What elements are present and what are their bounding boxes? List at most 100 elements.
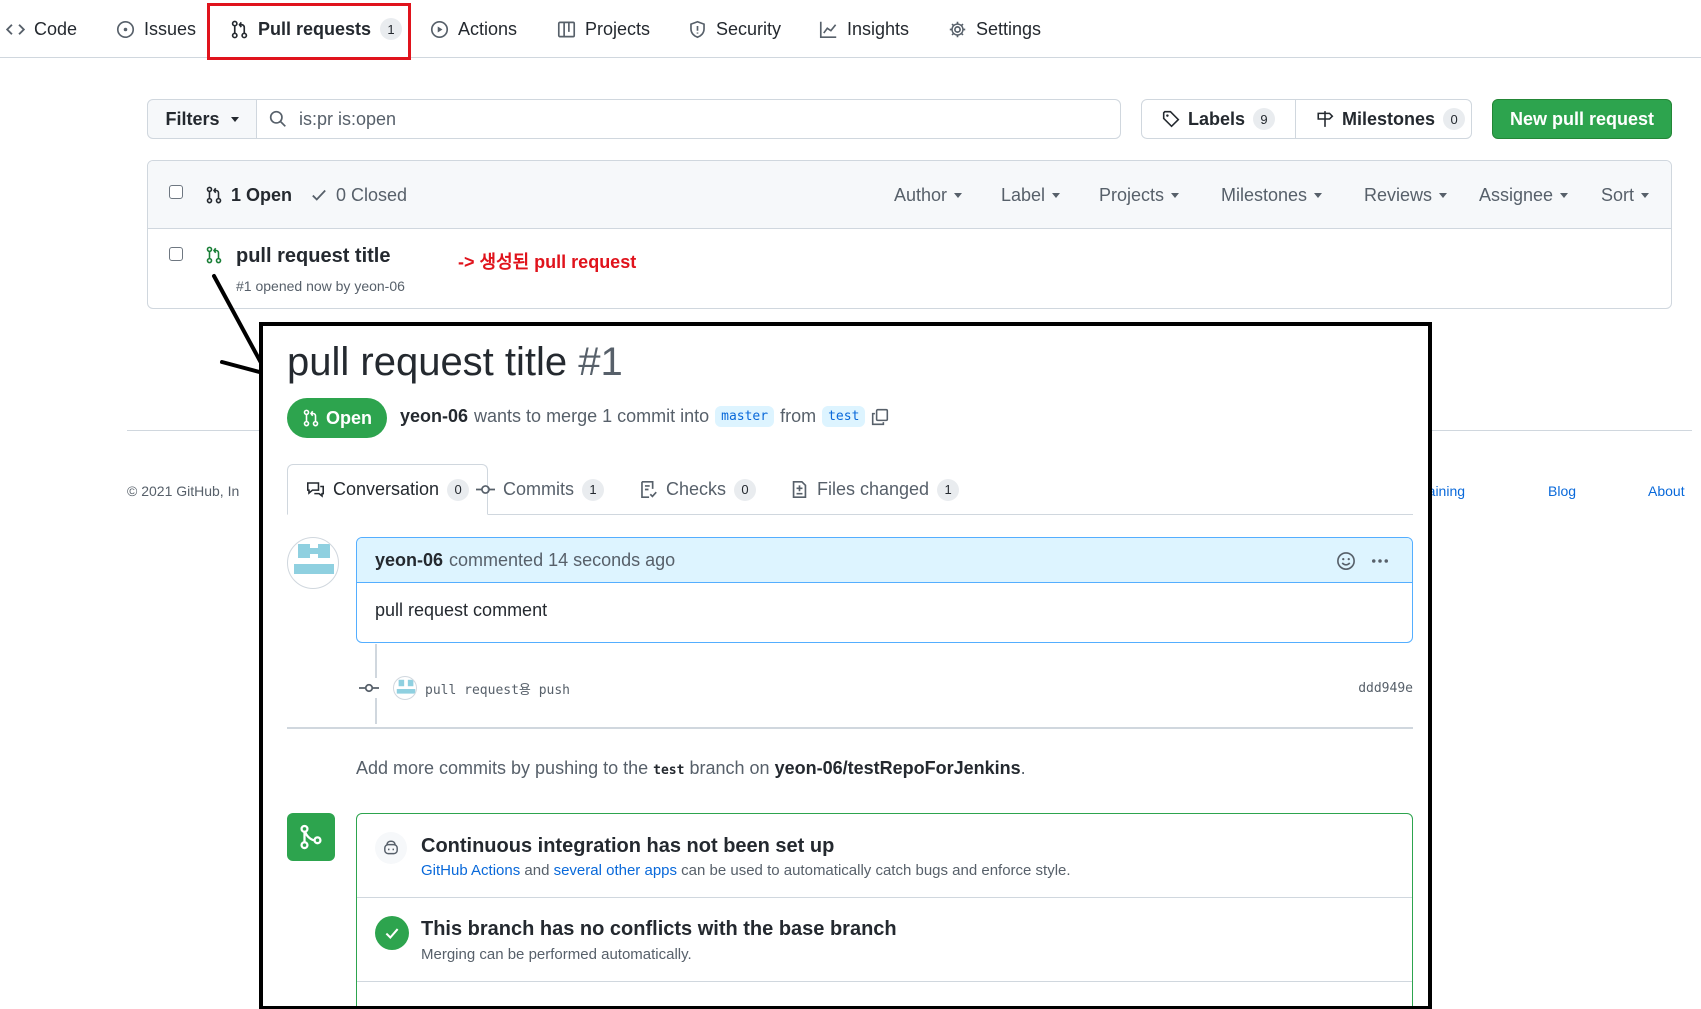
nav-tab-insights[interactable]: Insights [819,0,909,58]
milestones-count: 0 [1443,108,1466,130]
git-commit-icon [359,678,379,698]
select-all-checkbox[interactable] [169,185,183,199]
filter-label: Projects [1099,184,1165,205]
graph-icon [819,20,838,39]
tab-checks[interactable]: Checks 0 [639,464,757,515]
comment-card: yeon-06 commented 14 seconds ago pull re… [356,537,1413,643]
tab-count: 1 [937,478,960,501]
sort-filter[interactable]: Sort [1601,161,1650,229]
tab-commits[interactable]: Commits 1 [476,464,604,515]
chevron-down-icon [954,192,963,198]
head-branch-label[interactable]: test [822,406,866,427]
shield-icon [688,20,707,39]
file-diff-icon [790,480,809,499]
issue-opened-icon [116,20,135,39]
ci-and: and [524,862,550,879]
nav-tab-label: Insights [847,18,910,39]
milestone-icon [1316,110,1334,128]
pr-title: pull request title [287,340,568,384]
nav-tab-label: Security [716,18,782,39]
ci-rest: can be used to automatically catch bugs … [681,862,1071,879]
label-filter[interactable]: Label [1001,161,1061,229]
filter-label: Reviews [1364,184,1433,205]
filter-label: Label [1001,184,1046,205]
tab-count: 0 [734,478,757,501]
base-branch-label[interactable]: master [715,406,775,427]
state-badge: Open [287,398,387,438]
github-actions-link[interactable]: GitHub Actions [421,862,520,879]
copy-icon[interactable] [871,408,889,426]
chevron-down-icon [1641,192,1650,198]
pull-request-detail-panel: pull request title #1 Open yeon-06 wants… [259,322,1432,1009]
git-pull-request-icon [302,409,320,427]
filters-button[interactable]: Filters [148,100,257,138]
push-hint: Add more commits by pushing to the test … [356,758,1026,779]
page-title: pull request title #1 [287,340,623,385]
milestones-button[interactable]: Milestones 0 [1295,100,1485,138]
nav-tab-actions[interactable]: Actions [430,0,517,58]
conflicts-title: This branch has no conflicts with the ba… [421,918,897,940]
filter-label: Assignee [1479,184,1554,205]
pr-summary: yeon-06 wants to merge 1 commit into mas… [400,406,889,427]
footer-link-blog[interactable]: Blog [1548,483,1576,499]
footer-link-about[interactable]: About [1648,483,1685,499]
chevron-down-icon [1171,192,1180,198]
labels-button[interactable]: Labels 9 [1142,100,1295,138]
table-icon [557,20,576,39]
git-pull-request-icon [205,186,223,204]
git-commit-icon [476,480,495,499]
push-hint-middle: branch on [689,758,770,778]
conflicts-description: Merging can be performed automatically. [421,946,692,963]
commit-row: pull request용 push ddd949e [359,676,1413,700]
nav-tab-label: Code [34,18,78,39]
other-apps-link[interactable]: several other apps [554,862,677,879]
nav-tab-code[interactable]: Code [6,0,77,58]
open-filter[interactable]: 1 Open [205,161,292,229]
tab-files-changed[interactable]: Files changed 1 [790,464,960,515]
search-input[interactable]: is:pr is:open [257,100,1120,138]
nav-tab-issues[interactable]: Issues [116,0,196,58]
repo-link[interactable]: yeon-06/testRepoForJenkins [775,758,1021,778]
labels-milestones-group: Labels 9 Milestones 0 [1141,99,1472,139]
pull-request-title-link[interactable]: pull request title [236,245,390,268]
nav-tab-projects[interactable]: Projects [557,0,650,58]
chevron-down-icon [1314,192,1323,198]
tab-label: Conversation [333,479,440,499]
smiley-icon[interactable] [1336,551,1356,571]
nav-tab-label: Settings [976,18,1042,39]
reviews-filter[interactable]: Reviews [1364,161,1448,229]
tab-conversation[interactable]: Conversation 0 [287,464,489,515]
search-icon [269,110,287,128]
chevron-down-icon [230,116,239,122]
chevron-down-icon [1052,192,1061,198]
comment-discussion-icon [306,480,325,499]
assignee-filter[interactable]: Assignee [1479,161,1569,229]
highlight-box [207,3,411,60]
new-pull-request-button[interactable]: New pull request [1492,99,1672,139]
comment-author-link[interactable]: yeon-06 [375,550,443,571]
commit-avatar[interactable] [393,676,417,700]
comment-timestamp: commented 14 seconds ago [449,549,676,570]
commit-message-link[interactable]: pull request용 push [425,679,570,698]
commit-sha-link[interactable]: ddd949e [1358,681,1413,696]
labels-label: Labels [1188,108,1246,129]
tab-label: Commits [503,479,574,499]
row-checkbox[interactable] [169,247,183,261]
merge-box: Continuous integration has not been set … [356,813,1413,1006]
from-text: from [780,406,817,426]
state-label: Open [325,407,372,428]
closed-filter[interactable]: 0 Closed [310,161,407,229]
nav-tab-security[interactable]: Security [688,0,781,58]
check-circle-icon [375,916,409,950]
projects-filter[interactable]: Projects [1099,161,1180,229]
kebab-horizontal-icon[interactable] [1370,551,1390,571]
avatar[interactable] [287,537,339,589]
pr-number: #1 [578,340,623,384]
robot-icon [375,832,407,864]
nav-tab-settings[interactable]: Settings [948,0,1041,58]
tag-icon [1162,110,1180,128]
pr-author-link[interactable]: yeon-06 [400,406,468,427]
milestones-filter[interactable]: Milestones [1221,161,1323,229]
author-filter[interactable]: Author [894,161,963,229]
check-icon [310,186,328,204]
